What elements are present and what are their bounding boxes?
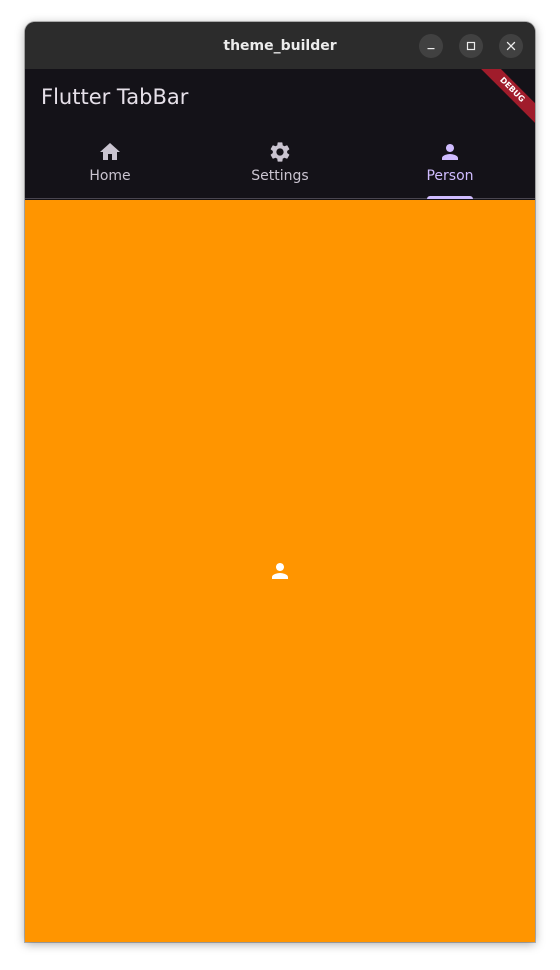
maximize-button[interactable] xyxy=(459,34,483,58)
tab-indicator xyxy=(427,196,473,199)
tab-home[interactable]: Home xyxy=(25,129,195,198)
window-title: theme_builder xyxy=(223,37,337,54)
app-bar: Flutter TabBar Home Settings Person xyxy=(25,69,535,199)
tab-home-label: Home xyxy=(89,168,131,184)
home-icon xyxy=(100,143,120,160)
app-window: theme_builder Flutter TabBar Home Settin… xyxy=(25,22,535,942)
gear-icon xyxy=(270,142,290,162)
tab-person[interactable]: Person xyxy=(365,129,535,199)
tab-settings[interactable]: Settings xyxy=(195,129,365,198)
close-button[interactable] xyxy=(499,34,523,58)
tab-person-label: Person xyxy=(426,168,474,184)
tab-bar: Home Settings Person xyxy=(25,129,535,199)
person-icon xyxy=(272,563,288,579)
maximize-icon xyxy=(466,41,476,51)
tab-settings-label: Settings xyxy=(251,168,309,184)
page-title: Flutter TabBar xyxy=(41,85,189,109)
tab-content xyxy=(25,200,535,942)
person-icon xyxy=(442,144,458,160)
minimize-icon xyxy=(427,48,435,50)
window-titlebar[interactable]: theme_builder xyxy=(25,22,535,69)
minimize-button[interactable] xyxy=(419,34,443,58)
close-icon xyxy=(506,41,516,51)
